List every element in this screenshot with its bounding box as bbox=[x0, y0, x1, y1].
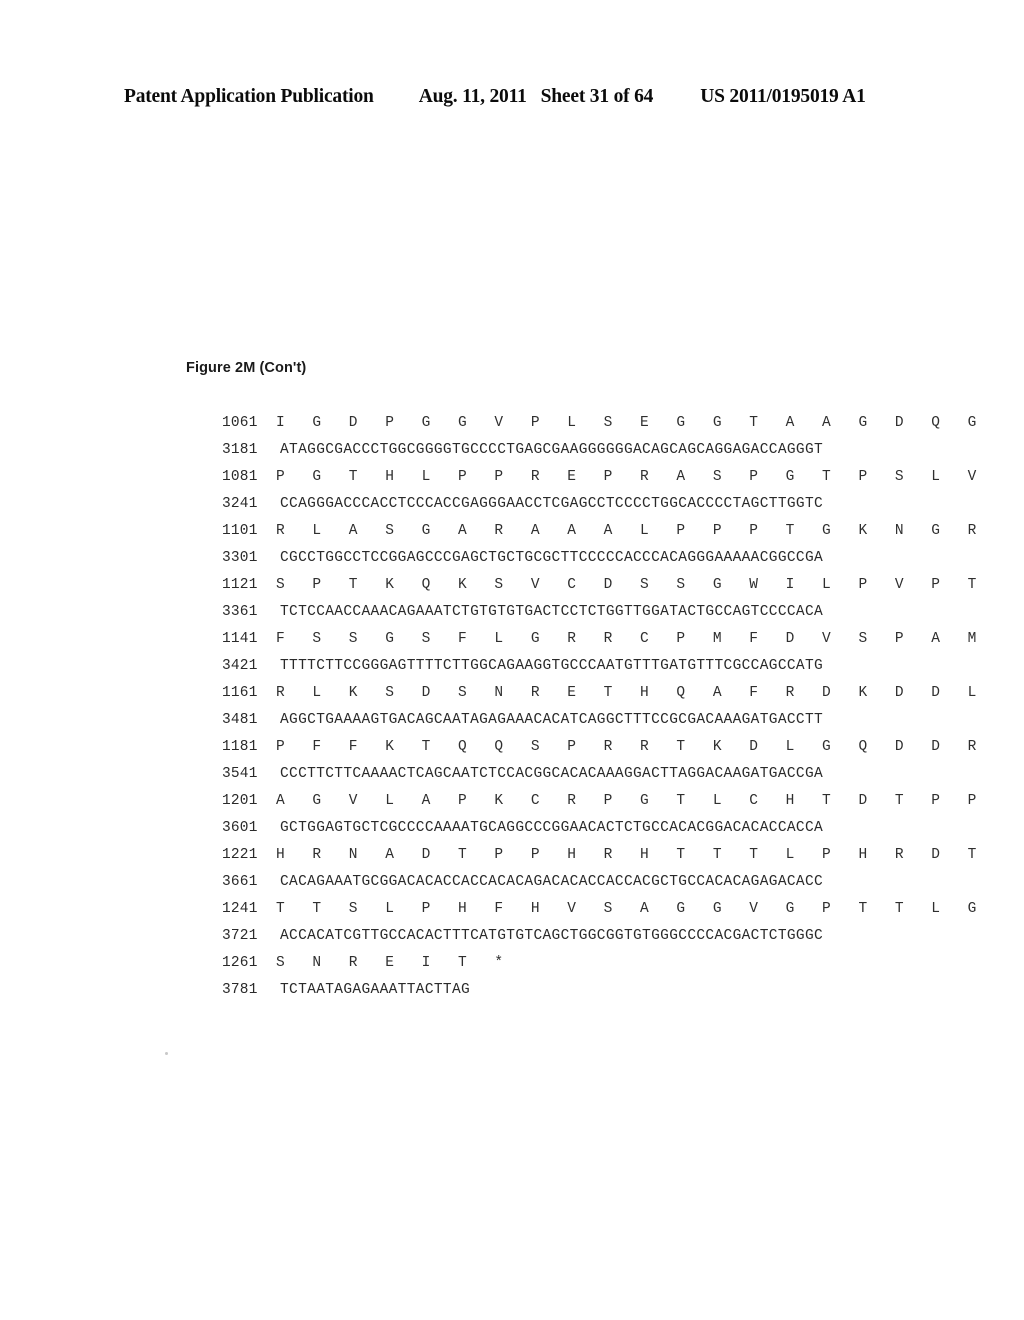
amino-acid-sequence: H R N A D T P P H R H T T T L P H R D T bbox=[276, 847, 986, 863]
sequence-position-number: 3601 bbox=[222, 820, 258, 836]
nucleotide-sequence: TCTAATAGAGAAATTACTTAG bbox=[280, 982, 471, 998]
nucleotide-sequence: CGCCTGGCCTCCGGAGCCCGAGCTGCTGCGCTTCCCCCAC… bbox=[280, 550, 824, 566]
sequence-position-number: 3721 bbox=[222, 928, 258, 944]
sequence-row-protein: 1061 I G D P G G V P L S E G G T A A G D … bbox=[222, 410, 976, 437]
amino-acid-sequence: F S S G S F L G R R C P M F D V S P A M bbox=[276, 631, 986, 647]
nucleotide-sequence: CCAGGGACCCACCTCCCACCGAGGGAACCTCGAGCCTCCC… bbox=[280, 496, 824, 512]
sequence-row-nucleotide: 3541 CCCTTCTTCAAAACTCAGCAATCTCCACGGCACACA… bbox=[222, 761, 882, 788]
sequence-row-nucleotide: 3601 GCTGGAGTGCTCGCCCCAAAATGCAGGCCCGGAACA… bbox=[222, 815, 882, 842]
sequence-position-number: 1261 bbox=[222, 955, 258, 971]
amino-acid-sequence: S N R E I T * bbox=[276, 955, 513, 971]
sequence-row-protein: 1121 S P T K Q K S V C D S S G W I L P V … bbox=[222, 572, 976, 599]
amino-acid-sequence: P G T H L P P R E P R A S P G T P S L V bbox=[276, 469, 986, 485]
sequence-row-protein: 1161 R L K S D S N R E T H Q A F R D K D … bbox=[222, 680, 976, 707]
sequence-position-number: 1121 bbox=[222, 577, 258, 593]
header-sheet-number: Sheet 31 of 64 bbox=[540, 86, 654, 107]
sequence-position-number: 3181 bbox=[222, 442, 258, 458]
amino-acid-sequence: S P T K Q K S V C D S S G W I L P V P T bbox=[276, 577, 986, 593]
sequence-listing: 1061 I G D P G G V P L S E G G T A A G D … bbox=[222, 410, 976, 1004]
sequence-position-number: 1161 bbox=[222, 685, 258, 701]
nucleotide-sequence: CCCTTCTTCAAAACTCAGCAATCTCCACGGCACACAAAGG… bbox=[280, 766, 824, 782]
sequence-row-nucleotide: 3361 TCTCCAACCAAACAGAAATCTGTGTGTGACTCCTCT… bbox=[222, 599, 882, 626]
amino-acid-sequence: T T S L P H F H V S A G G V G P T T L G bbox=[276, 901, 986, 917]
sequence-row-protein: 1101 R L A S G A R A A A L P P P T G K N … bbox=[222, 518, 976, 545]
sequence-position-number: 1241 bbox=[222, 901, 258, 917]
scan-artifact-speck bbox=[165, 1052, 168, 1055]
sequence-position-number: 3541 bbox=[222, 766, 258, 782]
sequence-position-number: 3301 bbox=[222, 550, 258, 566]
sequence-row-protein: 1081 P G T H L P P R E P R A S P G T P S … bbox=[222, 464, 976, 491]
nucleotide-sequence: ACCACATCGTTGCCACACTTTCATGTGTCAGCTGGCGGTG… bbox=[280, 928, 824, 944]
nucleotide-sequence: AGGCTGAAAAGTGACAGCAATAGAGAAACACATCAGGCTT… bbox=[280, 712, 824, 728]
header-publication-number: US 2011/0195019 A1 bbox=[700, 86, 866, 107]
nucleotide-sequence: ATAGGCGACCCTGGCGGGGTGCCCCTGAGCGAAGGGGGGA… bbox=[280, 442, 824, 458]
sequence-position-number: 1181 bbox=[222, 739, 258, 755]
sequence-row-nucleotide: 3721 ACCACATCGTTGCCACACTTTCATGTGTCAGCTGGC… bbox=[222, 923, 882, 950]
sequence-position-number: 1061 bbox=[222, 415, 258, 431]
amino-acid-sequence: A G V L A P K C R P G T L C H T D T P P bbox=[276, 793, 986, 809]
sequence-row-nucleotide: 3301 CGCCTGGCCTCCGGAGCCCGAGCTGCTGCGCTTCCC… bbox=[222, 545, 882, 572]
sequence-position-number: 3661 bbox=[222, 874, 258, 890]
sequence-position-number: 1081 bbox=[222, 469, 258, 485]
header-publication-date: Aug. 11, 2011 bbox=[418, 86, 527, 107]
sequence-position-number: 1101 bbox=[222, 523, 258, 539]
sequence-position-number: 1141 bbox=[222, 631, 258, 647]
sequence-row-nucleotide: 3661 CACAGAAATGCGGACACACCACCACACAGACACACC… bbox=[222, 869, 882, 896]
sequence-row-protein: 1141 F S S G S F L G R R C P M F D V S P … bbox=[222, 626, 976, 653]
sequence-row-nucleotide: 3241 CCAGGGACCCACCTCCCACCGAGGGAACCTCGAGCC… bbox=[222, 491, 882, 518]
patent-page: Patent Application Publication Aug. 11, … bbox=[0, 0, 1024, 1320]
document-header: Patent Application Publication Aug. 11, … bbox=[124, 86, 900, 108]
sequence-row-nucleotide: 3181 ATAGGCGACCCTGGCGGGGTGCCCCTGAGCGAAGGG… bbox=[222, 437, 882, 464]
sequence-position-number: 3781 bbox=[222, 982, 258, 998]
figure-caption: Figure 2M (Con't) bbox=[186, 360, 307, 376]
amino-acid-sequence: I G D P G G V P L S E G G T A A G D Q G bbox=[276, 415, 986, 431]
sequence-position-number: 3481 bbox=[222, 712, 258, 728]
sequence-row-protein: 1221 H R N A D T P P H R H T T T L P H R … bbox=[222, 842, 976, 869]
nucleotide-sequence: CACAGAAATGCGGACACACCACCACACAGACACACCACCA… bbox=[280, 874, 824, 890]
amino-acid-sequence: R L K S D S N R E T H Q A F R D K D D L bbox=[276, 685, 986, 701]
sequence-row-nucleotide: 3781 TCTAATAGAGAAATTACTTAG bbox=[222, 977, 882, 1004]
sequence-position-number: 1221 bbox=[222, 847, 258, 863]
nucleotide-sequence: TCTCCAACCAAACAGAAATCTGTGTGTGACTCCTCTGGTT… bbox=[280, 604, 824, 620]
sequence-row-protein: 1241 T T S L P H F H V S A G G V G P T T … bbox=[222, 896, 976, 923]
amino-acid-sequence: P F F K T Q Q S P R R T K D L G Q D D R bbox=[276, 739, 986, 755]
sequence-row-protein: 1181 P F F K T Q Q S P R R T K D L G Q D … bbox=[222, 734, 976, 761]
sequence-position-number: 3361 bbox=[222, 604, 258, 620]
sequence-position-number: 3241 bbox=[222, 496, 258, 512]
header-publication-label: Patent Application Publication bbox=[124, 86, 374, 107]
nucleotide-sequence: GCTGGAGTGCTCGCCCCAAAATGCAGGCCCGGAACACTCT… bbox=[280, 820, 824, 836]
sequence-position-number: 3421 bbox=[222, 658, 258, 674]
sequence-row-protein: 1201 A G V L A P K C R P G T L C H T D T … bbox=[222, 788, 976, 815]
sequence-row-protein: 1261 S N R E I T * bbox=[222, 950, 882, 977]
amino-acid-sequence: R L A S G A R A A A L P P P T G K N G R bbox=[276, 523, 986, 539]
nucleotide-sequence: TTTTCTTCCGGGAGTTTTCTTGGCAGAAGGTGCCCAATGT… bbox=[280, 658, 824, 674]
sequence-row-nucleotide: 3421 TTTTCTTCCGGGAGTTTTCTTGGCAGAAGGTGCCCA… bbox=[222, 653, 882, 680]
sequence-row-nucleotide: 3481 AGGCTGAAAAGTGACAGCAATAGAGAAACACATCAG… bbox=[222, 707, 882, 734]
sequence-position-number: 1201 bbox=[222, 793, 258, 809]
